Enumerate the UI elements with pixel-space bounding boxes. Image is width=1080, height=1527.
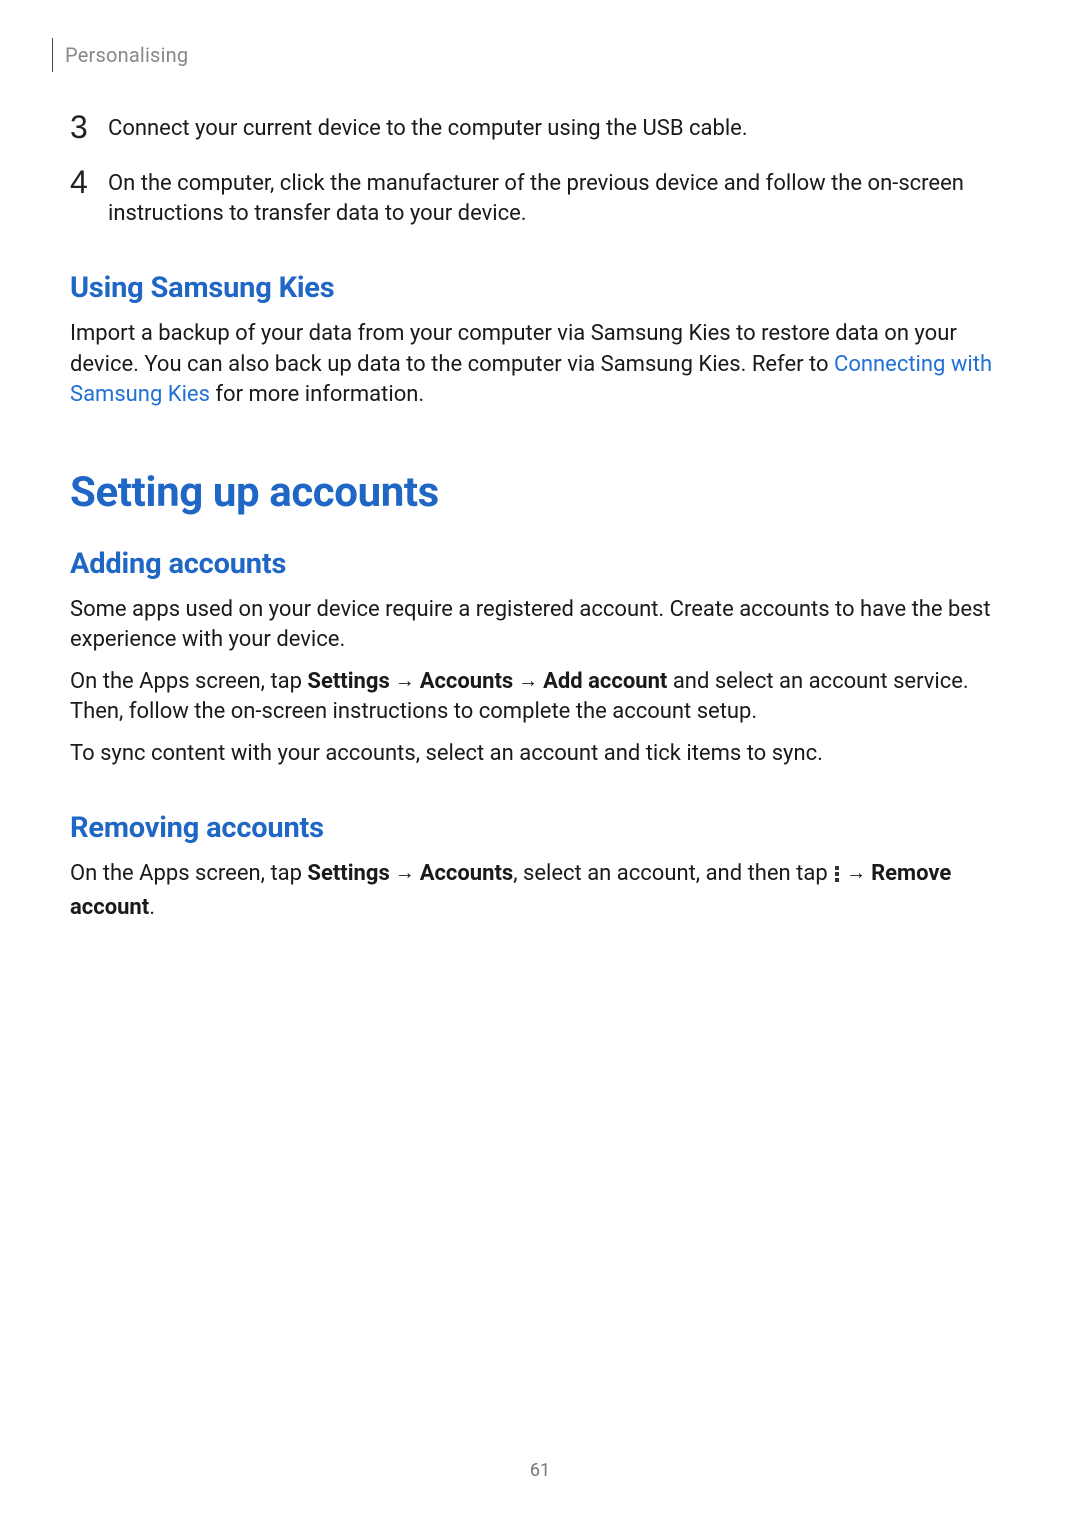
section-title: Personalising [65, 43, 188, 67]
section-header: Personalising [52, 38, 1010, 72]
label-accounts: Accounts [420, 861, 514, 886]
adding-p1: Some apps used on your device require a … [70, 595, 1010, 655]
kies-body-b: for more information. [210, 382, 424, 407]
kies-body: Import a backup of your data from your c… [70, 319, 1010, 409]
label-accounts: Accounts [420, 669, 514, 694]
text: . [149, 895, 155, 920]
page-number: 61 [0, 1460, 1080, 1481]
heading-removing-accounts: Removing accounts [70, 811, 1010, 845]
step-text: Connect your current device to the compu… [108, 110, 748, 144]
removing-p: On the Apps screen, tap Settings → Accou… [70, 859, 1010, 922]
kies-body-a: Import a backup of your data from your c… [70, 321, 957, 376]
text: On the Apps screen, tap [70, 861, 307, 886]
text: On the Apps screen, tap [70, 669, 307, 694]
text: , select an account, and then tap [513, 861, 833, 886]
label-settings: Settings [307, 669, 389, 694]
step-item: 3 Connect your current device to the com… [70, 110, 1010, 145]
adding-p2: On the Apps screen, tap Settings → Accou… [70, 667, 1010, 727]
arrow-icon: → [390, 668, 420, 692]
heading-adding-accounts: Adding accounts [70, 547, 1010, 581]
heading-using-kies: Using Samsung Kies [70, 271, 1010, 305]
label-settings: Settings [307, 861, 389, 886]
heading-setting-up-accounts: Setting up accounts [70, 468, 1010, 517]
step-number: 3 [70, 110, 108, 145]
step-text: On the computer, click the manufacturer … [108, 165, 1010, 229]
arrow-icon: → [841, 860, 871, 884]
step-item: 4 On the computer, click the manufacture… [70, 165, 1010, 229]
adding-p3: To sync content with your accounts, sele… [70, 739, 1010, 769]
document-page: Personalising 3 Connect your current dev… [0, 0, 1080, 923]
more-options-icon [833, 862, 841, 892]
arrow-icon: → [390, 860, 420, 884]
label-add-account: Add account [543, 669, 667, 694]
step-number: 4 [70, 165, 108, 200]
arrow-icon: → [513, 668, 543, 692]
